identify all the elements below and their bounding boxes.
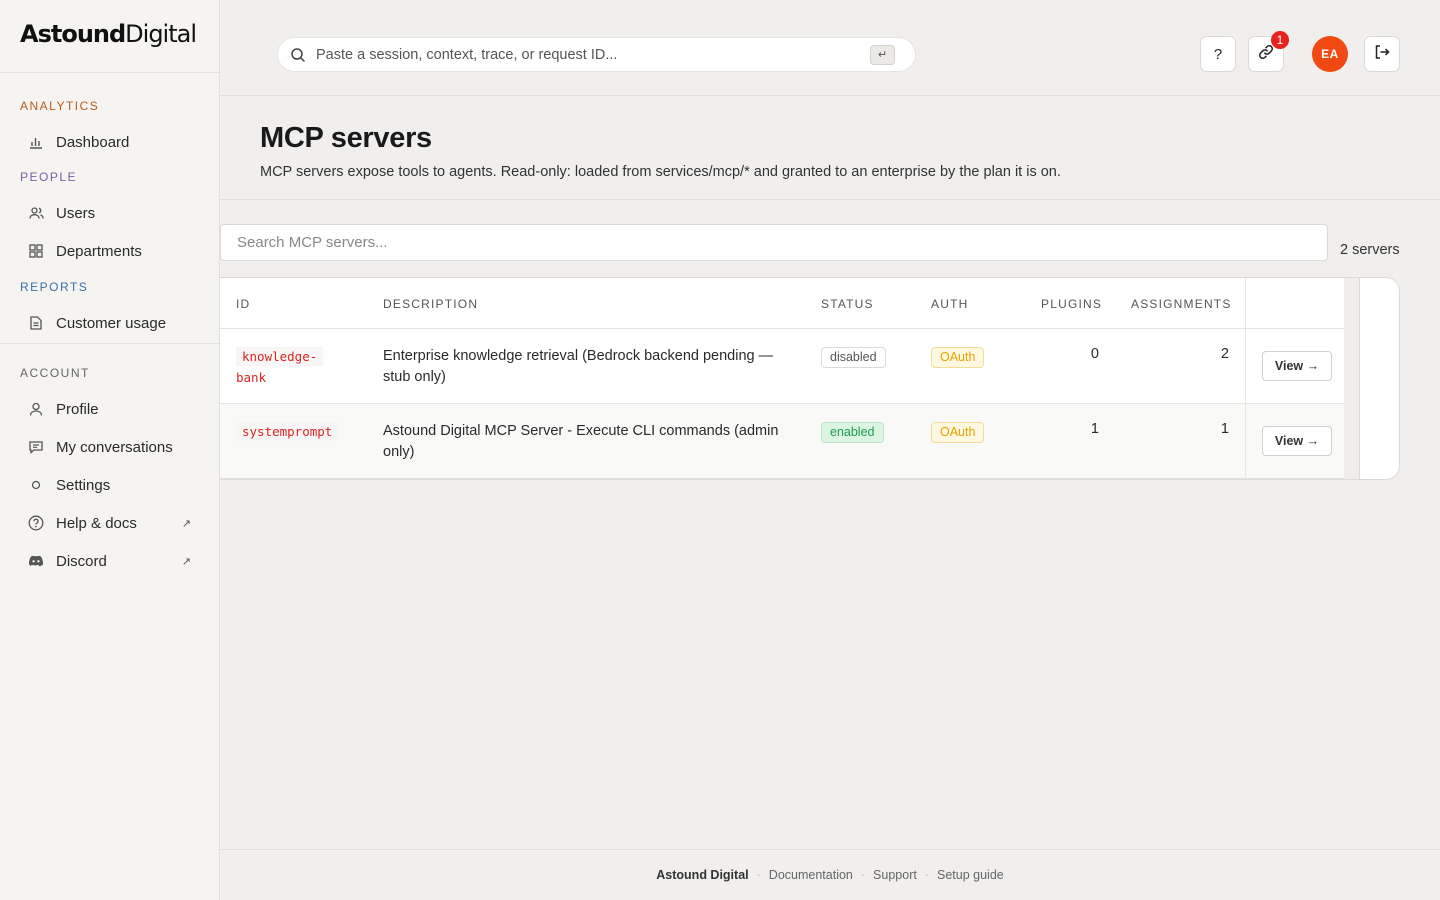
page-title: MCP servers xyxy=(260,122,432,154)
help-button[interactable]: ? xyxy=(1200,36,1236,72)
section-label-account: ACCOUNT xyxy=(20,366,90,380)
table-row[interactable]: knowledge- bank Enterprise knowledge ret… xyxy=(220,329,1344,404)
column-header-auth: AUTH xyxy=(931,297,969,311)
footer-link-setup-guide[interactable]: Setup guide xyxy=(937,868,1004,882)
help-label: ? xyxy=(1213,45,1223,63)
sidebar-item-settings[interactable]: Settings xyxy=(0,466,219,504)
sidebar-item-label: Dashboard xyxy=(56,133,130,151)
sidebar-item-customer-usage[interactable]: Customer usage xyxy=(0,304,219,342)
search-icon xyxy=(290,47,306,63)
grid-icon xyxy=(28,243,44,259)
status-badge: disabled xyxy=(821,347,886,368)
footer: Astound Digital · Documentation · Suppor… xyxy=(220,849,1440,900)
topbar: ↵ ? 1 EA xyxy=(220,0,1440,96)
sidebar-item-label: Customer usage xyxy=(56,314,167,332)
sidebar-item-label: Departments xyxy=(56,242,142,260)
server-description: Enterprise knowledge retrieval (Bedrock … xyxy=(383,348,774,385)
users-icon xyxy=(28,205,44,221)
circle-icon xyxy=(28,477,44,493)
sidebar-item-label: Profile xyxy=(56,400,99,418)
sidebar-item-profile[interactable]: Profile xyxy=(0,390,219,428)
external-link-icon: ↗ xyxy=(181,517,191,530)
plugins-count: 1 xyxy=(1090,421,1099,437)
footer-separator: · xyxy=(860,868,866,882)
mcp-servers-table: ID DESCRIPTION STATUS AUTH PLUGINS ASSIG… xyxy=(220,277,1400,480)
column-header-plugins: PLUGINS xyxy=(1041,297,1103,311)
assignments-count: 2 xyxy=(1220,346,1229,362)
sidebar-item-help-docs[interactable]: Help & docs ↗ xyxy=(0,504,219,542)
column-header-description: DESCRIPTION xyxy=(383,297,479,311)
sidebar-item-label: Discord xyxy=(56,552,107,570)
mcp-search-input[interactable] xyxy=(220,224,1328,261)
sidebar-item-label: Help & docs xyxy=(56,514,137,532)
sidebar: AstoundDigital ANALYTICS Dashboard PEOPL… xyxy=(0,0,220,900)
footer-brand: Astound Digital xyxy=(656,868,749,882)
logo[interactable]: AstoundDigital xyxy=(20,20,219,48)
footer-link-documentation[interactable]: Documentation xyxy=(769,868,853,882)
column-header-status: STATUS xyxy=(821,297,874,311)
section-label-analytics: ANALYTICS xyxy=(20,99,100,113)
global-search[interactable]: ↵ xyxy=(277,37,916,72)
notification-badge: 1 xyxy=(1271,31,1289,49)
server-description: Astound Digital MCP Server - Execute CLI… xyxy=(383,423,779,460)
footer-separator: · xyxy=(756,868,761,882)
help-circle-icon xyxy=(28,515,44,531)
document-icon xyxy=(28,315,44,331)
avatar[interactable]: EA xyxy=(1312,36,1348,72)
assignments-count: 1 xyxy=(1220,421,1229,437)
auth-badge: OAuth xyxy=(931,347,985,368)
enter-key-hint: ↵ xyxy=(870,45,895,65)
table-row[interactable]: systemprompt Astound Digital MCP Server … xyxy=(220,404,1344,479)
view-button[interactable]: View → xyxy=(1262,351,1332,381)
logout-button[interactable] xyxy=(1364,36,1400,72)
sidebar-item-discord[interactable]: Discord ↗ xyxy=(0,542,219,580)
sidebar-item-dashboard[interactable]: Dashboard xyxy=(0,123,219,161)
link-icon xyxy=(1258,44,1274,64)
global-search-input[interactable] xyxy=(316,46,856,63)
bar-chart-icon xyxy=(28,134,44,150)
section-label-reports: REPORTS xyxy=(20,280,89,294)
server-id: systemprompt xyxy=(236,421,339,442)
sidebar-item-label: Settings xyxy=(56,476,111,494)
logo-area: AstoundDigital xyxy=(0,0,219,73)
server-count: 2 servers xyxy=(1340,242,1400,258)
column-header-id: ID xyxy=(236,297,251,311)
external-link-icon: ↗ xyxy=(181,555,191,568)
logout-icon xyxy=(1374,44,1390,64)
column-header-assignments: ASSIGNMENTS xyxy=(1131,297,1232,311)
person-icon xyxy=(28,401,44,417)
footer-separator: · xyxy=(924,868,929,882)
sidebar-item-label: Users xyxy=(56,204,96,222)
sidebar-item-departments[interactable]: Departments xyxy=(0,232,219,270)
server-id: knowledge- bank xyxy=(236,346,324,388)
sidebar-item-label: My conversations xyxy=(56,438,173,456)
table-scroll-edge[interactable] xyxy=(1344,278,1360,479)
auth-badge: OAuth xyxy=(931,422,985,443)
section-label-people: PEOPLE xyxy=(20,170,78,184)
status-badge: enabled xyxy=(821,422,884,443)
footer-link-support[interactable]: Support xyxy=(873,868,917,882)
page-header: MCP servers MCP servers expose tools to … xyxy=(220,96,1440,200)
plugins-count: 0 xyxy=(1090,346,1099,362)
sidebar-item-users[interactable]: Users xyxy=(0,194,219,232)
sidebar-item-my-conversations[interactable]: My conversations xyxy=(0,428,219,466)
chat-icon xyxy=(28,439,44,455)
actions-column-divider xyxy=(1245,278,1246,479)
links-button[interactable]: 1 xyxy=(1248,31,1289,72)
page-subtitle: MCP servers expose tools to agents. Read… xyxy=(260,164,1061,180)
discord-icon xyxy=(28,553,44,569)
view-button[interactable]: View → xyxy=(1262,426,1332,456)
